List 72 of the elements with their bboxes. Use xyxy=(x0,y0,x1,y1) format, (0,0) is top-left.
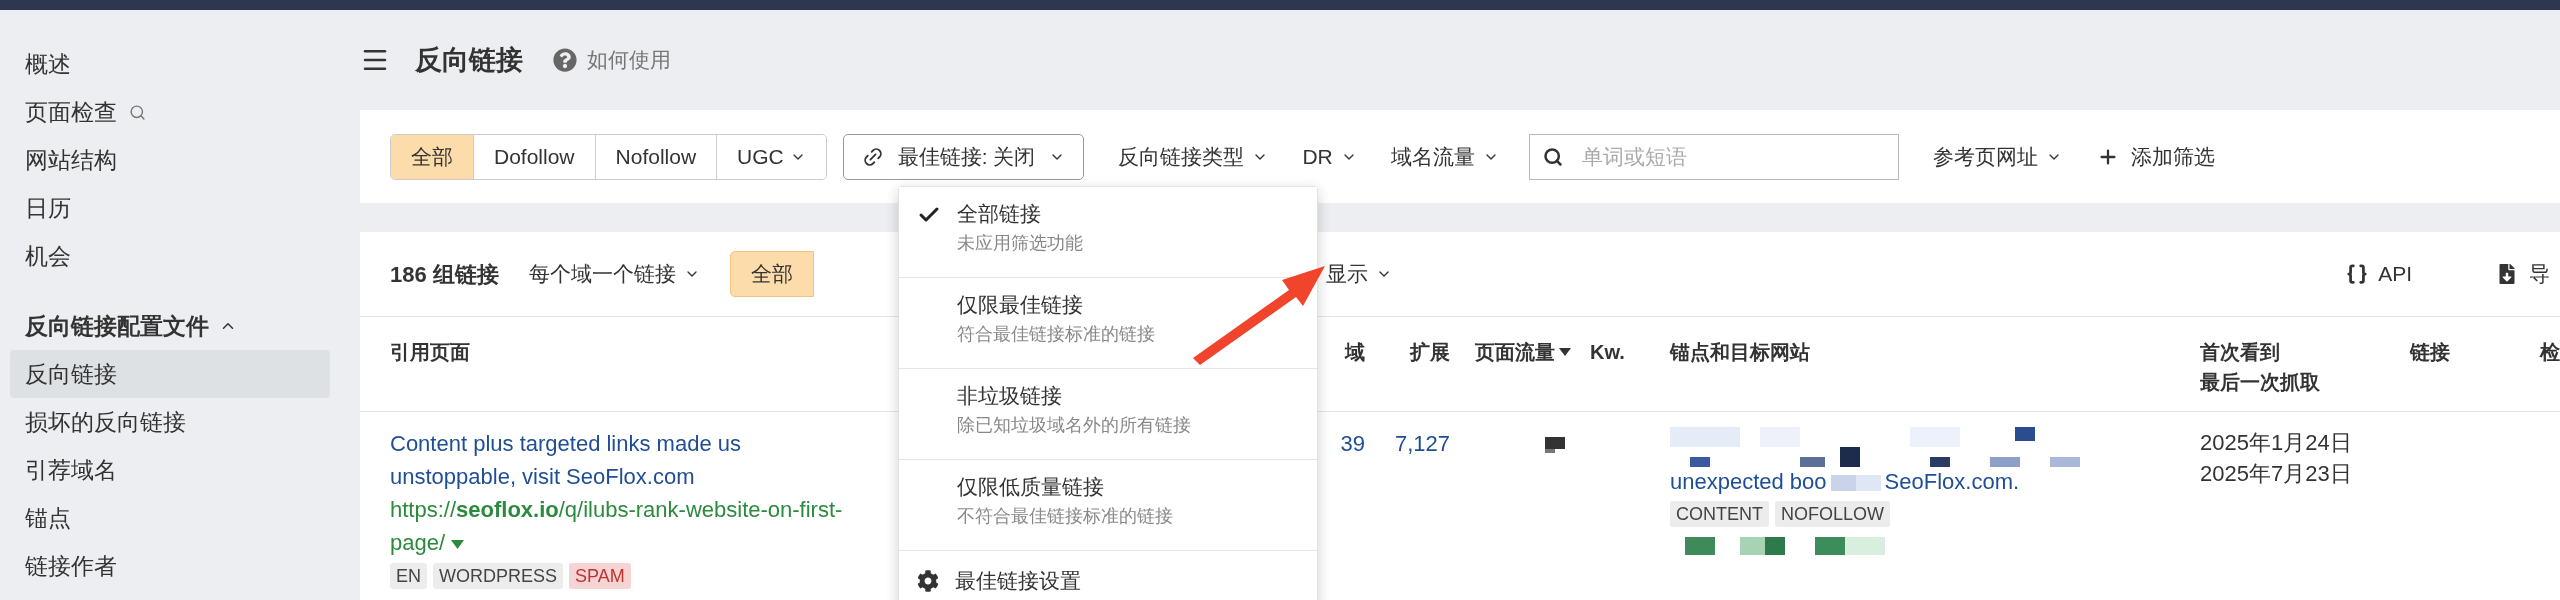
display-dropdown[interactable]: 显示 xyxy=(1325,258,1392,290)
date-text: 2025年1月24日 xyxy=(2200,429,2353,457)
sidebar-item[interactable]: 锚点 xyxy=(10,494,330,542)
redaction-mosaic xyxy=(1545,437,1565,453)
menu-option[interactable]: 仅限最佳链接 符合最佳链接标准的链接 xyxy=(899,278,1317,369)
sidebar-item[interactable]: 概述 xyxy=(10,40,330,88)
column-header[interactable]: 首次看到 最后一次抓取 xyxy=(2200,337,2320,397)
tag: EN xyxy=(390,563,427,589)
page-title: 反向链接 xyxy=(415,43,523,77)
filter-dropdown[interactable]: 反向链接类型 xyxy=(1118,140,1269,173)
column-header[interactable]: Kw. xyxy=(1590,337,1625,367)
option-description: 除已知垃圾域名外的所有链接 xyxy=(957,414,1191,437)
help-link[interactable]: 如何使用 xyxy=(587,44,671,76)
tag: NOFOLLOW xyxy=(1775,501,1890,527)
column-header[interactable]: 域 xyxy=(1345,337,1365,367)
tag: CONTENT xyxy=(1670,501,1769,527)
option-title: 全部链接 xyxy=(957,201,1042,227)
sidebar-item[interactable]: 损坏的反向链接 xyxy=(10,398,330,446)
date-text: 2025年7月23日 xyxy=(2200,460,2353,488)
sidebar-item[interactable]: 机会 xyxy=(10,232,330,280)
help-icon[interactable] xyxy=(553,48,577,72)
page-title-link[interactable]: Content plus targeted links made us unstoppable, visit SeoFlox.com xyxy=(390,427,855,493)
menu-option[interactable]: 非垃圾链接 除已知垃圾域名外的所有链接 xyxy=(899,369,1317,460)
sidebar-item[interactable]: 反向链接 xyxy=(10,350,330,398)
filter-dropdown[interactable]: 参考页网址 xyxy=(1932,140,2062,173)
column-header[interactable]: 扩展 xyxy=(1410,337,1450,367)
menu-option[interactable]: 仅限低质量链接 不符合最佳链接标准的链接 xyxy=(899,460,1317,551)
sort-descending-icon xyxy=(1559,348,1571,356)
segment-tab[interactable]: 全部 xyxy=(729,251,814,297)
file-download-icon xyxy=(2497,264,2517,284)
sidebar-item[interactable]: 链接作者 xyxy=(10,542,330,590)
sidebar-item[interactable]: 网站结构 xyxy=(10,136,330,184)
tag: WORDPRESS xyxy=(433,563,564,589)
domains-value[interactable]: 39 xyxy=(1340,431,1365,456)
option-title: 仅限最佳链接 xyxy=(957,292,1084,318)
result-count: 186 组链接 xyxy=(390,260,499,289)
column-header[interactable]: 页面流量 xyxy=(1475,337,1571,367)
option-description: 符合最佳链接标准的链接 xyxy=(957,323,1155,346)
menu-option[interactable]: 全部链接 未应用筛选功能 xyxy=(899,187,1317,278)
caret-down-icon[interactable] xyxy=(451,539,465,549)
sidebar-item[interactable]: 日历 xyxy=(10,184,330,232)
api-button[interactable]: API xyxy=(2346,258,2412,290)
option-description: 不符合最佳链接标准的链接 xyxy=(957,505,1173,528)
option-title: 仅限低质量链接 xyxy=(957,474,1105,500)
sidebar-item[interactable]: 引荐域名 xyxy=(10,446,330,494)
anchor-link[interactable]: unexpected boo xyxy=(1670,467,1827,497)
page-url-link[interactable]: https://seoflox.io/q/ilubs-rank-website-on-first-page/ xyxy=(390,493,880,559)
option-description: 未应用筛选功能 xyxy=(957,232,1083,255)
extended-value[interactable]: 7,127 xyxy=(1394,431,1450,456)
sidebar-section-header[interactable]: 反向链接配置文件 xyxy=(10,302,330,350)
search-field[interactable]: 单词或短语 xyxy=(1528,133,1899,180)
grouping-dropdown[interactable]: 每个域一个链接 xyxy=(528,258,700,290)
add-filter-button[interactable]: 添加筛选 xyxy=(2096,140,2215,173)
search-icon xyxy=(129,103,146,121)
target-link[interactable]: SeoFlox.com. xyxy=(1884,467,2020,497)
menu-option[interactable]: 最佳链接设置 xyxy=(899,551,1317,597)
braces-icon xyxy=(2346,263,2369,285)
segment-tab[interactable]: UGC xyxy=(716,134,826,179)
best-link-dropdown[interactable]: 最佳链接: 关闭 xyxy=(842,133,1085,180)
filter-dropdown[interactable]: 域名流量 xyxy=(1390,140,1499,173)
option-title: 非垃圾链接 xyxy=(957,383,1063,409)
sidebar-item[interactable]: 页面检查 xyxy=(10,88,330,136)
segment-tab[interactable]: 全部 xyxy=(391,134,473,179)
column-header[interactable]: 引用页面 xyxy=(390,337,470,367)
filter-dropdown[interactable]: DR xyxy=(1302,140,1357,173)
column-header[interactable]: 锚点和目标网站 xyxy=(1670,337,1810,367)
tag: SPAM xyxy=(569,563,631,589)
column-header[interactable]: 链接 xyxy=(2410,337,2450,367)
search-icon xyxy=(1542,146,1563,167)
settings-icon xyxy=(917,569,939,592)
column-header[interactable]: 检 xyxy=(2540,337,2560,367)
export-button[interactable]: 导 xyxy=(2497,258,2550,290)
